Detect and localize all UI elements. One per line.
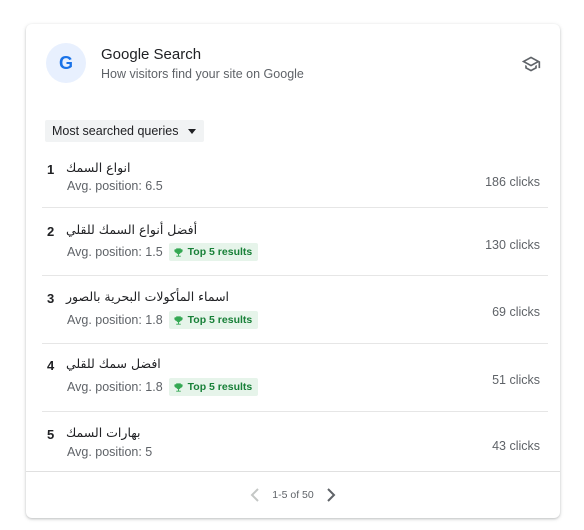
list-item[interactable]: 5 بهارات السمك Avg. position: 5 43 click… bbox=[26, 412, 560, 471]
card-footer: 1-5 of 50 bbox=[26, 471, 560, 518]
google-logo-letter: G bbox=[58, 52, 73, 73]
rank-number: 4 bbox=[47, 358, 55, 373]
list-item[interactable]: 1 انواع السمك Avg. position: 6.5 186 cli… bbox=[26, 146, 560, 208]
position-meta: Avg. position: 1.5 Top 5 results bbox=[67, 243, 259, 261]
clicks-count: 51 clicks bbox=[492, 373, 540, 387]
rank-number: 2 bbox=[47, 224, 55, 239]
pagination-range: 1-5 of 50 bbox=[272, 489, 314, 501]
card-title: Google Search bbox=[101, 46, 202, 63]
rank-number: 1 bbox=[47, 162, 55, 177]
card-subtitle: How visitors find your site on Google bbox=[101, 67, 304, 81]
trophy-icon bbox=[174, 382, 183, 392]
card-header: G Google Search How visitors find your s… bbox=[26, 24, 560, 108]
position-meta: Avg. position: 6.5 bbox=[67, 179, 163, 193]
avg-position: Avg. position: 6.5 bbox=[67, 179, 163, 193]
rank-number: 5 bbox=[47, 427, 55, 442]
clicks-count: 130 clicks bbox=[485, 238, 540, 252]
search-queries-card: G Google Search How visitors find your s… bbox=[26, 24, 560, 518]
trophy-icon bbox=[174, 247, 183, 257]
top-results-badge: Top 5 results bbox=[168, 378, 259, 396]
position-meta: Avg. position: 1.8 Top 5 results bbox=[67, 378, 259, 396]
pagination: 1-5 of 50 bbox=[26, 488, 560, 502]
chevron-right-icon[interactable] bbox=[326, 488, 336, 502]
top-results-badge: Top 5 results bbox=[168, 243, 259, 261]
trophy-icon bbox=[174, 315, 183, 325]
query-text: افضل سمك للقلي bbox=[66, 356, 161, 371]
school-icon[interactable] bbox=[520, 54, 542, 74]
google-logo-icon: G bbox=[46, 43, 86, 83]
query-text: بهارات السمك bbox=[66, 425, 141, 440]
clicks-count: 69 clicks bbox=[492, 305, 540, 319]
badge-label: Top 5 results bbox=[187, 381, 253, 393]
query-text: أفضل أنواع السمك للقلي bbox=[66, 222, 198, 237]
top-results-badge: Top 5 results bbox=[168, 311, 259, 329]
chevron-down-icon bbox=[188, 128, 197, 134]
avg-position: Avg. position: 1.5 bbox=[67, 245, 163, 259]
query-type-dropdown[interactable]: Most searched queries bbox=[45, 120, 205, 142]
list-item[interactable]: 3 اسماء المأكولات البحرية بالصور Avg. po… bbox=[26, 276, 560, 344]
avg-position: Avg. position: 1.8 bbox=[67, 313, 163, 327]
list-item[interactable]: 4 افضل سمك للقلي Avg. position: 1.8 Top … bbox=[26, 344, 560, 412]
position-meta: Avg. position: 1.8 Top 5 results bbox=[67, 311, 259, 329]
avg-position: Avg. position: 1.8 bbox=[67, 380, 163, 394]
badge-label: Top 5 results bbox=[187, 314, 253, 326]
rank-number: 3 bbox=[47, 291, 55, 306]
list-item[interactable]: 2 أفضل أنواع السمك للقلي Avg. position: … bbox=[26, 208, 560, 276]
clicks-count: 186 clicks bbox=[485, 175, 540, 189]
clicks-count: 43 clicks bbox=[492, 439, 540, 453]
avg-position: Avg. position: 5 bbox=[67, 445, 153, 459]
dropdown-selected-label: Most searched queries bbox=[52, 124, 179, 138]
query-text: انواع السمك bbox=[66, 160, 131, 175]
query-text: اسماء المأكولات البحرية بالصور bbox=[66, 289, 230, 304]
chevron-left-icon[interactable] bbox=[250, 488, 260, 502]
position-meta: Avg. position: 5 bbox=[67, 445, 152, 459]
badge-label: Top 5 results bbox=[187, 246, 253, 258]
